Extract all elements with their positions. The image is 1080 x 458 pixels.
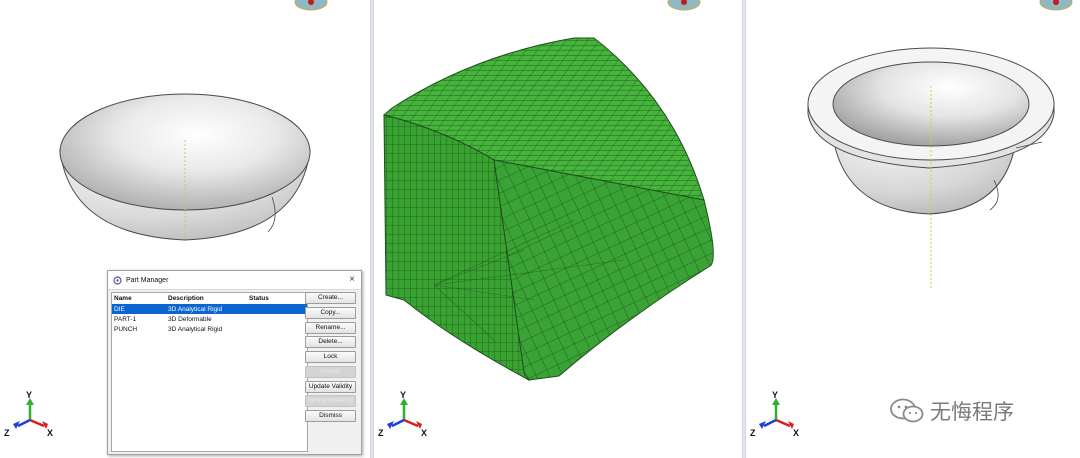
part-row-punch[interactable]: PUNCH 3D Analytical Rigid (112, 324, 307, 334)
triad-die: Y X Z (4, 390, 53, 438)
part-manager-buttons: Create... Copy... Rename... Delete... Lo… (305, 292, 357, 425)
triad-z-label: Z (4, 428, 10, 438)
triad-y-label: Y (772, 390, 778, 400)
triad-part-1: Y X Z (378, 390, 427, 438)
triad-y-label: Y (400, 390, 406, 400)
part-description: 3D Analytical Rigid (168, 305, 223, 313)
rename-button[interactable]: Rename... (305, 321, 356, 334)
column-header-description[interactable]: Description (168, 295, 249, 302)
triad-z-label: Z (750, 428, 756, 438)
part-row-part-1[interactable]: PART-1 3D Deformable (112, 314, 307, 324)
unlock-button: Unlock (305, 365, 356, 378)
update-validity-button[interactable]: Update Validity (305, 380, 356, 393)
part-manager-icon (112, 275, 122, 285)
create-button[interactable]: Create... (305, 292, 356, 304)
copy-button[interactable]: Copy... (305, 306, 356, 319)
view-cube-icon (1039, 0, 1073, 11)
dismiss-button[interactable]: Dismiss (305, 410, 356, 422)
delete-button[interactable]: Delete... (305, 336, 356, 349)
part-name: DIE (114, 305, 125, 313)
punch-canvas: Y X Z (750, 0, 1073, 438)
triad-y-label: Y (26, 390, 32, 400)
triad-x-label: X (47, 428, 53, 438)
part-description: 3D Deformable (168, 315, 212, 323)
triad-x-label: X (793, 428, 799, 438)
watermark-text: 无悔程序 (930, 400, 1014, 424)
part-1-mesh (382, 37, 714, 382)
view-cube-icon (667, 0, 701, 11)
column-header-status[interactable]: Status (249, 295, 307, 302)
part-list-header: Name Description Status (112, 293, 307, 304)
triad-x-label: X (421, 428, 427, 438)
view-cube-icon (294, 0, 328, 11)
close-icon[interactable]: × (349, 274, 355, 285)
viewport-punch[interactable]: Y X Z (746, 0, 1080, 458)
wechat-icon (890, 398, 924, 424)
part-1-canvas: Y X Z (378, 0, 714, 438)
triad-punch: Y X Z (750, 390, 799, 438)
part-name: PART-1 (114, 315, 137, 323)
part-manager-dialog[interactable]: Part Manager × Name Description Status D… (107, 270, 362, 455)
lock-button[interactable]: Lock (305, 351, 356, 363)
dialog-title: Part Manager (126, 276, 169, 284)
part-name: PUNCH (114, 325, 138, 333)
ignore-invalidity-button: Ignore Invalidity (305, 395, 356, 408)
part-row-die[interactable]: DIE 3D Analytical Rigid (112, 304, 307, 314)
viewport-part-1[interactable]: Y X Z (374, 0, 742, 458)
triad-z-label: Z (378, 428, 384, 438)
column-header-name[interactable]: Name (112, 295, 168, 302)
watermark: 无悔程序 (890, 396, 1014, 426)
dialog-title-bar[interactable]: Part Manager × (108, 271, 361, 290)
part-list[interactable]: Name Description Status DIE 3D Analytica… (111, 292, 308, 452)
part-description: 3D Analytical Rigid (168, 325, 223, 333)
